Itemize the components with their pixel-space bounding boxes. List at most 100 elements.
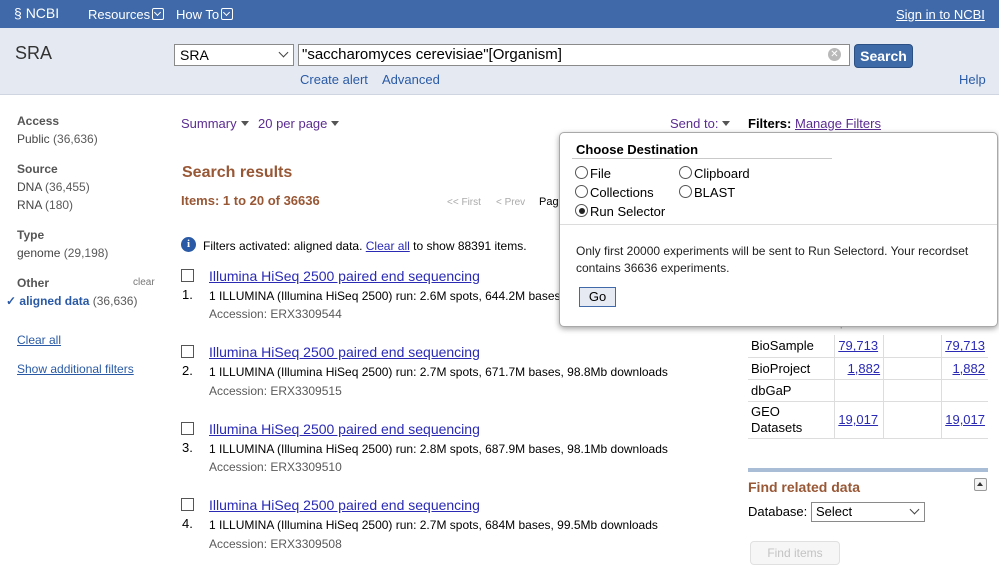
items-count: Items: 1 to 20 of 36636 bbox=[181, 193, 320, 208]
related-data-table: BioSample 79,713 79,713 BioProject 1,882… bbox=[748, 335, 988, 439]
find-related-heading: Find related data bbox=[748, 479, 861, 495]
caret-down-icon bbox=[722, 121, 731, 126]
result-number: 2. bbox=[182, 363, 193, 378]
radio-selected-icon bbox=[575, 204, 588, 217]
result-description: 1 ILLUMINA (Illumina HiSeq 2500) run: 2.… bbox=[209, 442, 668, 456]
database-select[interactable]: SRA bbox=[174, 44, 294, 66]
chevron-down-icon bbox=[278, 47, 289, 58]
filter-heading-type: Type bbox=[17, 228, 45, 242]
result-number: 3. bbox=[182, 440, 193, 455]
info-icon: i bbox=[181, 237, 196, 252]
find-items-button[interactable]: Find items bbox=[750, 541, 840, 565]
result-accession: Accession: ERX3309515 bbox=[209, 384, 342, 398]
filter-dna[interactable]: DNA (36,455) bbox=[17, 180, 90, 194]
row-cell bbox=[883, 335, 943, 357]
ncbi-top-bar: § NCBI Resources How To Sign in to NCBI bbox=[0, 0, 999, 28]
chevron-down-icon bbox=[909, 504, 920, 515]
summary-menu[interactable]: Summary bbox=[181, 116, 249, 131]
result-checkbox[interactable] bbox=[181, 345, 194, 358]
search-button[interactable]: Search bbox=[854, 44, 913, 68]
count-link[interactable]: 79,713 bbox=[838, 338, 878, 353]
help-link[interactable]: Help bbox=[959, 72, 986, 87]
filters-label: Filters: bbox=[748, 116, 792, 131]
manage-filters-link[interactable]: Manage Filters bbox=[795, 116, 881, 131]
count-link[interactable]: 19,017 bbox=[945, 412, 985, 427]
result-description: 1 ILLUMINA (Illumina HiSeq 2500) run: 2.… bbox=[209, 518, 658, 532]
clear-other-link[interactable]: clear bbox=[133, 277, 155, 288]
ncbi-logo[interactable]: § NCBI bbox=[14, 5, 59, 21]
row-cell bbox=[942, 379, 988, 401]
table-row: BioProject 1,882 1,882 bbox=[748, 357, 988, 379]
result-accession: Accession: ERX3309508 bbox=[209, 537, 342, 551]
destination-clipboard-radio[interactable]: Clipboard bbox=[679, 165, 750, 181]
check-icon: ✓ bbox=[6, 294, 17, 308]
result-title-link[interactable]: Illumina HiSeq 2500 paired end sequencin… bbox=[209, 497, 480, 513]
result-checkbox[interactable] bbox=[181, 498, 194, 511]
result-accession: Accession: ERX3309544 bbox=[209, 307, 342, 321]
result-title-link[interactable]: Illumina HiSeq 2500 paired end sequencin… bbox=[209, 268, 480, 284]
resources-menu[interactable]: Resources bbox=[88, 7, 165, 22]
table-row: BioSample 79,713 79,713 bbox=[748, 335, 988, 357]
advanced-link[interactable]: Advanced bbox=[382, 72, 440, 87]
row-label: dbGaP bbox=[748, 379, 836, 401]
caret-down-icon bbox=[331, 121, 340, 126]
chevron-down-icon bbox=[221, 8, 234, 20]
count-link[interactable]: 1,882 bbox=[952, 361, 985, 376]
ncbi-logo-icon: § bbox=[14, 5, 22, 21]
radio-icon bbox=[575, 166, 588, 179]
destination-blast-radio[interactable]: BLAST bbox=[679, 184, 735, 200]
go-button[interactable]: Go bbox=[579, 287, 616, 307]
row-cell bbox=[834, 379, 885, 401]
radio-icon bbox=[575, 185, 588, 198]
destination-file-radio[interactable]: File bbox=[575, 165, 611, 181]
filter-genome[interactable]: genome (29,198) bbox=[17, 246, 108, 260]
row-cell bbox=[883, 401, 943, 438]
count-link[interactable]: 1,882 bbox=[848, 361, 881, 376]
db-title: SRA bbox=[15, 43, 53, 63]
caret-down-icon bbox=[240, 121, 249, 126]
destination-collections-radio[interactable]: Collections bbox=[575, 184, 654, 200]
popup-separator bbox=[560, 224, 997, 225]
database-label: Database: bbox=[748, 504, 808, 519]
search-input[interactable]: "saccharomyces cerevisiae"[Organism] bbox=[298, 44, 850, 66]
filter-public[interactable]: Public (36,636) bbox=[17, 132, 98, 146]
sign-in-link[interactable]: Sign in to NCBI bbox=[896, 7, 985, 22]
clear-all-link[interactable]: Clear all bbox=[17, 333, 61, 347]
filter-aligned-data[interactable]: ✓ aligned data (36,636) bbox=[6, 294, 137, 308]
result-number: 4. bbox=[182, 516, 193, 531]
per-page-menu[interactable]: 20 per page bbox=[258, 116, 340, 131]
chevron-down-icon bbox=[152, 8, 165, 20]
result-title-link[interactable]: Illumina HiSeq 2500 paired end sequencin… bbox=[209, 421, 480, 437]
count-link[interactable]: 79,713 bbox=[945, 338, 985, 353]
result-checkbox[interactable] bbox=[181, 422, 194, 435]
howto-menu[interactable]: How To bbox=[176, 7, 234, 22]
send-to-popup: Choose Destination File Clipboard Collec… bbox=[559, 132, 998, 327]
popup-divider bbox=[572, 158, 832, 159]
first-page-link[interactable]: << First bbox=[447, 197, 481, 208]
destination-run-selector-radio[interactable]: Run Selector bbox=[575, 203, 665, 219]
result-checkbox[interactable] bbox=[181, 269, 194, 282]
filter-heading-other: Other bbox=[17, 276, 50, 290]
section-divider bbox=[748, 468, 988, 472]
row-label: BioProject bbox=[748, 357, 836, 379]
create-alert-link[interactable]: Create alert bbox=[300, 72, 368, 87]
row-cell bbox=[883, 357, 943, 379]
result-title-link[interactable]: Illumina HiSeq 2500 paired end sequencin… bbox=[209, 344, 480, 360]
filter-heading-access: Access bbox=[17, 114, 60, 128]
row-cell bbox=[883, 379, 943, 401]
radio-icon bbox=[679, 185, 692, 198]
result-number: 1. bbox=[182, 287, 193, 302]
collapse-icon[interactable] bbox=[974, 478, 987, 491]
prev-page-link[interactable]: < Prev bbox=[496, 197, 525, 208]
table-row: dbGaP bbox=[748, 379, 988, 401]
notice-clear-all-link[interactable]: Clear all bbox=[366, 239, 410, 253]
show-additional-filters-link[interactable]: Show additional filters bbox=[17, 362, 134, 376]
result-description: 1 ILLUMINA (Illumina HiSeq 2500) run: 2.… bbox=[209, 289, 561, 303]
radio-icon bbox=[679, 166, 692, 179]
send-to-menu[interactable]: Send to: bbox=[670, 116, 731, 131]
filter-rna[interactable]: RNA (180) bbox=[17, 198, 73, 212]
row-label: BioSample bbox=[748, 335, 836, 357]
related-database-select[interactable]: Select bbox=[811, 502, 925, 522]
count-link[interactable]: 19,017 bbox=[838, 412, 878, 427]
clear-search-icon[interactable]: ✕ bbox=[828, 48, 841, 61]
